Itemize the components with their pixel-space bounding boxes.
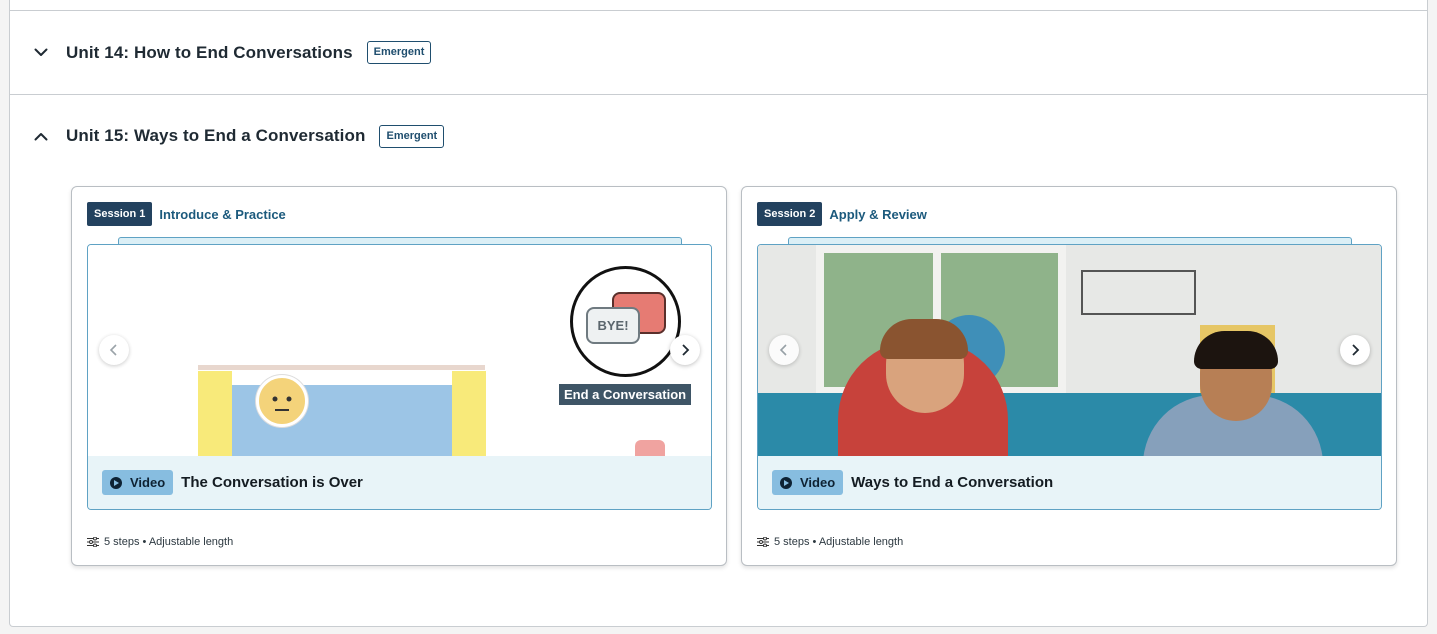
sliders-icon: [757, 537, 769, 547]
media-caption[interactable]: Video The Conversation is Over: [88, 456, 711, 509]
sliders-icon: [87, 537, 99, 547]
session-meta: 5 steps • Adjustable length: [757, 536, 903, 548]
carousel-next-button[interactable]: [670, 335, 700, 365]
video-thumbnail[interactable]: BYE! End a Conversation: [88, 245, 711, 456]
session-meta: 5 steps • Adjustable length: [87, 536, 233, 548]
unit-title[interactable]: Unit 14: How to End Conversations: [66, 43, 353, 63]
carousel-prev-button[interactable]: [99, 335, 129, 365]
video-tag: Video: [102, 470, 174, 495]
play-icon: [110, 476, 122, 489]
units-panel: Unit 14: How to End Conversations Emerge…: [9, 0, 1428, 627]
illustration-curtain: [452, 371, 486, 456]
video-thumbnail[interactable]: [758, 245, 1381, 456]
media-caption[interactable]: Video Ways to End a Conversation: [758, 456, 1381, 509]
session-card-2[interactable]: Session 2 Apply & Review Video Ways to E…: [741, 186, 1397, 566]
unit-14-header[interactable]: Unit 14: How to End Conversations Emerge…: [10, 11, 1427, 95]
carousel-next-button[interactable]: [1340, 335, 1370, 365]
session-card-1[interactable]: Session 1 Introduce & Practice BYE! End …: [71, 186, 727, 566]
level-badge: Emergent: [366, 41, 432, 64]
illustration-lamp: [635, 440, 665, 456]
media-carousel[interactable]: BYE! End a Conversation Video The Conver…: [87, 244, 712, 510]
photo-wire-shelf: [1081, 270, 1196, 315]
session-meta-text: 5 steps • Adjustable length: [104, 536, 234, 548]
level-badge: Emergent: [379, 124, 445, 148]
illustration-curtain: [198, 371, 232, 456]
video-tag: Video: [772, 470, 844, 495]
unit-title[interactable]: Unit 15: Ways to End a Conversation: [66, 126, 365, 146]
session-meta-text: 5 steps • Adjustable length: [774, 536, 904, 548]
session-name[interactable]: Introduce & Practice: [159, 207, 285, 222]
photo-student-left-hair: [880, 319, 968, 359]
session-header: Session 2 Apply & Review: [757, 202, 927, 226]
unit-15-header[interactable]: Unit 15: Ways to End a Conversation Emer…: [10, 96, 1427, 176]
session-name[interactable]: Apply & Review: [829, 207, 927, 222]
session-tag: Session 1: [87, 202, 153, 226]
video-tag-label: Video: [130, 475, 166, 490]
chevron-down-icon[interactable]: [33, 45, 49, 61]
neutral-face-icon: [256, 375, 308, 427]
video-tag-label: Video: [800, 475, 836, 490]
play-icon: [780, 476, 792, 489]
media-carousel[interactable]: Video Ways to End a Conversation: [757, 244, 1382, 510]
previous-unit-edge: [10, 0, 1427, 11]
session-header: Session 1 Introduce & Practice: [87, 202, 286, 226]
video-title[interactable]: Ways to End a Conversation: [851, 474, 1053, 491]
video-title[interactable]: The Conversation is Over: [181, 474, 363, 491]
thumbnail-label: End a Conversation: [559, 384, 692, 405]
carousel-prev-button[interactable]: [769, 335, 799, 365]
chevron-up-icon[interactable]: [33, 128, 49, 144]
bye-bubble: BYE!: [586, 307, 640, 344]
session-tag: Session 2: [757, 202, 823, 226]
photo-student-right-hair: [1194, 331, 1278, 369]
